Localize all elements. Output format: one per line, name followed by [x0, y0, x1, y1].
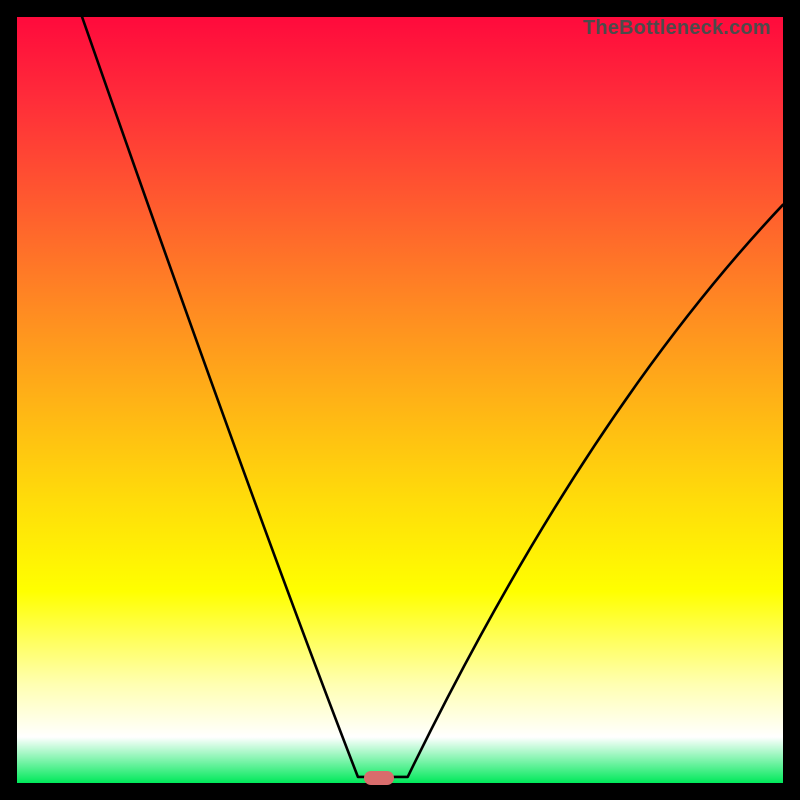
chart-frame: TheBottleneck.com — [0, 0, 800, 800]
optimal-marker — [364, 771, 394, 785]
plot-area: TheBottleneck.com — [17, 17, 783, 783]
bottleneck-curve — [17, 17, 783, 783]
